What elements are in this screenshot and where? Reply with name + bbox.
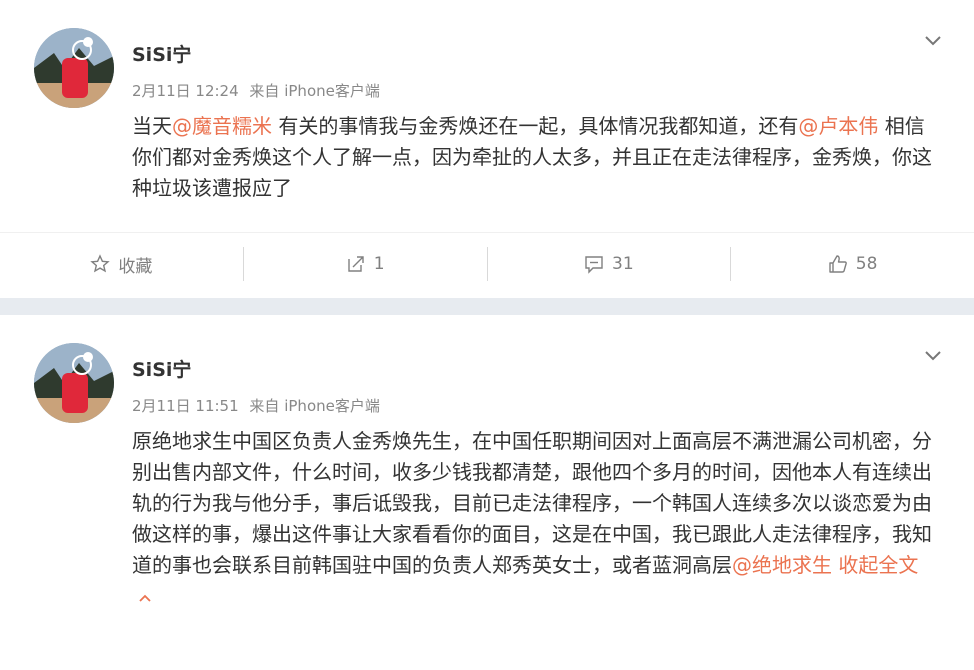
- post-content: 原绝地求生中国区负责人金秀焕先生，在中国任职期间因对上面高层不满泄漏公司机密，分…: [132, 426, 942, 612]
- avatar-image: [34, 343, 114, 423]
- post-text: 有关的事情我与金秀焕还在一起，具体情况我都知道，还有: [272, 114, 799, 138]
- comment-button[interactable]: 31: [486, 247, 731, 281]
- post-content: 当天@魔音糯米 有关的事情我与金秀焕还在一起，具体情况我都知道，还有@卢本伟 相…: [132, 111, 942, 204]
- username[interactable]: SiSi宁: [132, 355, 191, 382]
- post-date[interactable]: 2月11日 11:51: [132, 397, 239, 415]
- post-source[interactable]: iPhone客户端: [284, 82, 380, 100]
- comment-icon: [585, 256, 603, 274]
- post-meta: 2月11日 12:24 来自 iPhone客户端: [132, 80, 380, 101]
- favorite-label: 收藏: [118, 256, 153, 277]
- username[interactable]: SiSi宁: [132, 40, 191, 67]
- repost-icon: [348, 256, 364, 272]
- comment-count: 31: [612, 254, 634, 274]
- repost-count: 1: [373, 254, 385, 274]
- source-prefix: 来自: [249, 397, 280, 415]
- avatar[interactable]: [34, 343, 114, 423]
- weibo-post: SiSi宁 2月11日 11:51 来自 iPhone客户端 原绝地求生中国区负…: [0, 315, 974, 670]
- chevron-down-icon[interactable]: [922, 30, 944, 52]
- post-date[interactable]: 2月11日 12:24: [132, 82, 239, 100]
- star-icon: [90, 254, 111, 273]
- thumbs-up-icon: [829, 255, 847, 273]
- post-meta: 2月11日 11:51 来自 iPhone客户端: [132, 395, 380, 416]
- favorite-button[interactable]: 收藏: [0, 247, 243, 281]
- action-bar: 收藏 1 31 58: [0, 232, 974, 295]
- like-count: 58: [855, 254, 878, 274]
- collapse-label: 收起全文: [838, 553, 919, 577]
- mention-link[interactable]: @魔音糯米: [172, 114, 272, 138]
- chevron-up-icon: [139, 594, 151, 602]
- mention-link[interactable]: @绝地求生: [732, 553, 832, 577]
- repost-button[interactable]: 1: [242, 247, 487, 281]
- source-prefix: 来自: [249, 82, 280, 100]
- mention-link[interactable]: @卢本伟: [798, 114, 878, 138]
- avatar-image: [34, 28, 114, 108]
- post-source[interactable]: iPhone客户端: [284, 397, 380, 415]
- chevron-down-icon[interactable]: [922, 345, 944, 367]
- post-text: 当天: [132, 114, 172, 138]
- like-button[interactable]: 58: [730, 247, 974, 281]
- weibo-post: SiSi宁 2月11日 12:24 来自 iPhone客户端 当天@魔音糯米 有…: [0, 0, 974, 298]
- avatar[interactable]: [34, 28, 114, 108]
